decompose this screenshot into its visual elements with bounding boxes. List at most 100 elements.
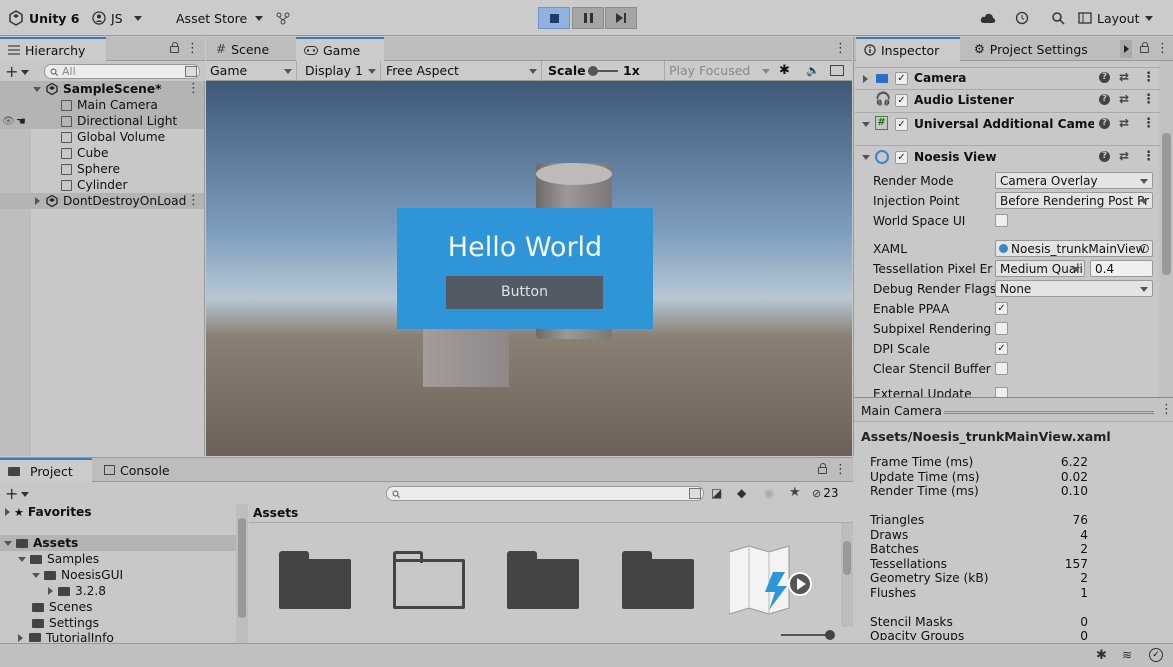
breadcrumb-item[interactable]: Assets [253, 506, 298, 520]
tab-console[interactable]: Console [96, 458, 178, 482]
tree-noesisgui[interactable]: NoesisGUI [0, 567, 123, 583]
tess-value-input[interactable]: 0.4 [1090, 260, 1153, 277]
chevron-down-icon[interactable] [18, 556, 26, 562]
display-dropdown[interactable]: Display 1 [301, 61, 381, 81]
content-scrollbar[interactable] [841, 523, 853, 627]
dont-destroy-row[interactable]: DontDestroyOnLoad ⋮ [0, 193, 204, 209]
assets-row[interactable]: Assets [0, 535, 236, 551]
help-icon[interactable]: ? [1099, 151, 1110, 162]
dpi-scale-checkbox[interactable]: ✓ [995, 342, 1008, 355]
scale-slider-handle[interactable] [588, 66, 598, 76]
search-mode-icon[interactable] [689, 488, 701, 499]
cache-server-icon[interactable]: ≋ [1122, 648, 1132, 662]
add-icon[interactable]: + [5, 62, 18, 81]
favorites-row[interactable]: ★ Favorites [0, 504, 236, 520]
game-viewport[interactable]: Hello World Button [206, 81, 852, 456]
search-mode-icon[interactable] [185, 66, 197, 77]
more-options-icon[interactable]: ⋮ [834, 41, 847, 56]
hierarchy-search-input[interactable]: All [44, 64, 200, 79]
lock-icon[interactable] [170, 42, 179, 53]
star-icon[interactable]: ★ [789, 485, 801, 500]
chevron-down-icon[interactable] [21, 492, 29, 497]
hierarchy-item-directional-light[interactable]: 👁 ☚ Directional Light [0, 113, 204, 129]
tab-game[interactable]: Game [296, 37, 384, 61]
aspect-dropdown[interactable]: Free Aspect [382, 61, 542, 81]
external-update-checkbox[interactable] [995, 387, 1008, 397]
more-options-icon[interactable]: ⋮ [186, 41, 199, 56]
render-mode-dropdown[interactable]: Camera Overlay [995, 172, 1153, 189]
search-scope-icon[interactable]: ◉ [764, 486, 774, 500]
more-options-icon[interactable]: ⋮ [1156, 41, 1169, 56]
more-options-icon[interactable]: ⋮ [1142, 92, 1155, 107]
preset-icon[interactable]: ⇄ [1119, 92, 1129, 106]
bug-icon[interactable]: ✱ [1096, 648, 1107, 663]
slider-handle[interactable] [825, 630, 835, 640]
audio-icon[interactable]: 🔈 [806, 64, 820, 77]
component-universal-camera-data[interactable]: # ✓ Universal Additional Camera Da ? ⇄ ⋮ [855, 112, 1160, 136]
preset-icon[interactable]: ⇄ [1119, 116, 1129, 130]
more-options-icon[interactable]: ⋮ [187, 193, 200, 208]
chevron-right-icon[interactable] [35, 197, 40, 205]
tab-scroll-button[interactable] [1120, 40, 1132, 58]
cloud-button[interactable] [980, 9, 996, 27]
inspector-scrollbar[interactable] [1159, 61, 1173, 397]
stop-button[interactable] [538, 7, 570, 29]
tab-project-settings[interactable]: ⚙ Project Settings [966, 37, 1096, 61]
tab-scene[interactable]: # Scene [208, 37, 294, 61]
tree-version[interactable]: 3.2.8 [0, 583, 106, 599]
chevron-down-icon[interactable] [862, 155, 870, 160]
chevron-down-icon[interactable] [21, 70, 29, 75]
noesis-map-asset[interactable] [728, 544, 815, 616]
folder-item-tutorialinfo[interactable] [622, 551, 694, 609]
scene-row[interactable]: SampleScene* ⋮ [0, 81, 204, 97]
lock-icon[interactable] [1140, 42, 1149, 53]
debug-flags-dropdown[interactable]: None [995, 280, 1153, 297]
chevron-down-icon[interactable] [32, 572, 40, 578]
chevron-right-icon[interactable] [5, 508, 10, 516]
hierarchy-item-cube[interactable]: Cube [0, 145, 204, 161]
clear-stencil-checkbox[interactable] [995, 362, 1008, 375]
component-camera[interactable]: ✓ Camera ? ⇄ ⋮ [855, 67, 1160, 89]
more-options-icon[interactable]: ⋮ [187, 81, 200, 96]
icon-size-slider[interactable] [781, 630, 835, 640]
component-noesis-view[interactable]: ✓ Noesis View ? ⇄ ⋮ [855, 145, 1160, 169]
unity-menu[interactable]: Unity 6 [8, 9, 80, 27]
hierarchy-item-cylinder[interactable]: Cylinder [0, 177, 204, 193]
help-icon[interactable]: ? [1099, 72, 1110, 83]
game-mode-dropdown[interactable]: Game [206, 61, 297, 81]
layout-menu[interactable]: Layout [1078, 9, 1153, 27]
scrollbar-thumb[interactable] [843, 541, 851, 575]
asset-store-menu[interactable]: Asset Store [176, 9, 264, 27]
check-icon[interactable]: ✓ [1149, 648, 1163, 662]
preset-icon[interactable]: ⇄ [1119, 70, 1129, 84]
more-options-icon[interactable]: ⋮ [1142, 149, 1155, 164]
label-icon[interactable]: ◆ [737, 486, 746, 500]
tess-quality-dropdown[interactable]: Medium Quali [995, 260, 1085, 277]
folder-item-settings[interactable] [507, 551, 579, 609]
chevron-right-icon[interactable] [48, 587, 53, 595]
help-icon[interactable]: ? [1099, 118, 1110, 129]
play-focused-dropdown[interactable]: Play Focused [664, 61, 774, 81]
lock-icon[interactable] [818, 463, 827, 474]
project-search-input[interactable] [386, 486, 704, 501]
ppaa-checkbox[interactable]: ✓ [995, 302, 1008, 315]
tab-hierarchy[interactable]: Hierarchy [0, 37, 106, 61]
tab-inspector[interactable]: Inspector [856, 37, 960, 61]
hierarchy-item-global-volume[interactable]: Global Volume [0, 129, 204, 145]
filter-type-icon[interactable]: ◪ [711, 486, 722, 500]
chevron-right-icon[interactable] [863, 75, 868, 83]
more-options-icon[interactable]: ⋮ [834, 462, 847, 477]
noesis-enabled-checkbox[interactable]: ✓ [895, 151, 908, 164]
audio-enabled-checkbox[interactable]: ✓ [895, 94, 908, 107]
preview-drag-handle[interactable] [944, 411, 1154, 414]
hierarchy-item-sphere[interactable]: Sphere [0, 161, 204, 177]
tree-scenes[interactable]: Scenes [0, 599, 93, 615]
history-button[interactable] [1015, 9, 1029, 27]
folder-item-empty[interactable] [393, 551, 465, 609]
world-space-checkbox[interactable] [995, 214, 1008, 227]
eye-icon[interactable]: 👁 [2, 116, 16, 127]
xaml-object-field[interactable]: Noesis_trunkMainView [995, 240, 1153, 257]
account-menu[interactable]: JS [92, 9, 142, 27]
tab-project[interactable]: Project [0, 458, 92, 482]
bug-icon[interactable]: ✱ [779, 63, 790, 78]
